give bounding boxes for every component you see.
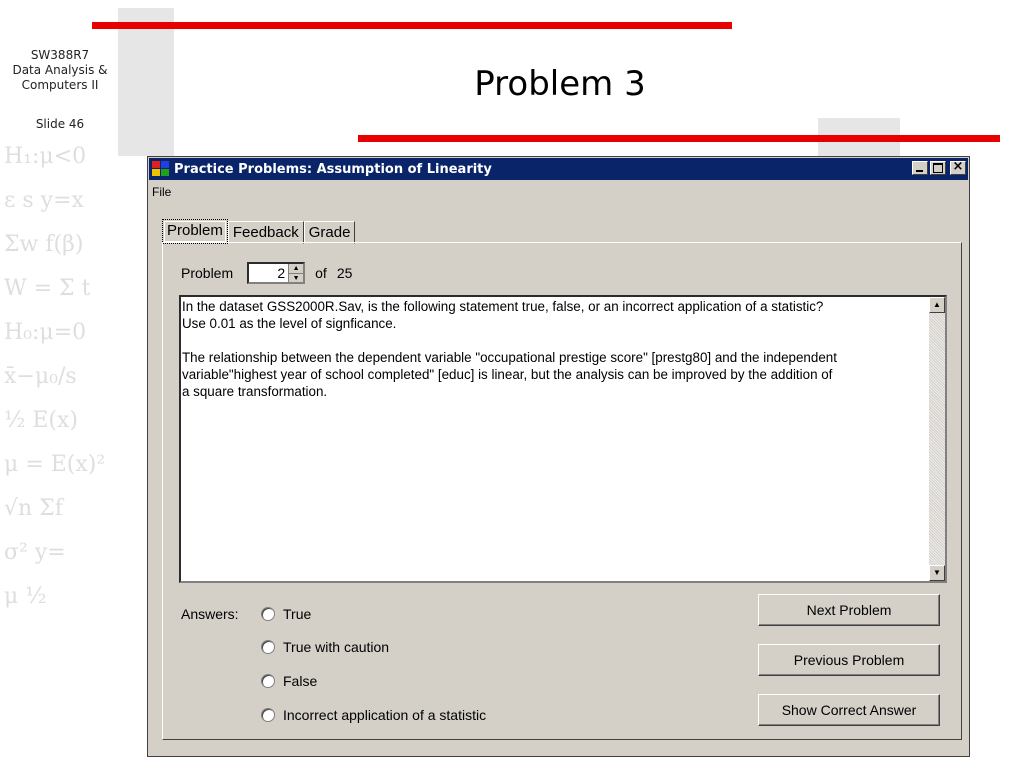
maximize-icon	[933, 163, 943, 173]
answer-option-true-with-caution[interactable]: True with caution	[261, 639, 389, 655]
problem-text-line3: The relationship between the dependent v…	[182, 350, 837, 365]
close-button[interactable]: ×	[950, 159, 966, 175]
window-title: Practice Problems: Assumption of Lineari…	[174, 161, 492, 177]
scroll-up-icon[interactable]: ▲	[929, 297, 945, 313]
answers-label: Answers:	[181, 606, 239, 622]
radio-button-icon[interactable]	[261, 640, 275, 654]
slide-number: Slide 46	[35, 117, 85, 131]
decorative-red-bar-top	[92, 22, 732, 29]
previous-problem-button[interactable]: Previous Problem	[758, 644, 940, 676]
course-code: SW388R7 Data Analysis & Computers II	[0, 48, 120, 93]
answer-option-false[interactable]: False	[261, 673, 317, 689]
next-problem-button[interactable]: Next Problem	[758, 594, 940, 626]
decorative-red-bar-middle	[358, 135, 1000, 142]
answer-option-label: True	[283, 606, 312, 622]
radio-button-icon[interactable]	[261, 674, 275, 688]
stepper-arrows: ▲ ▼	[288, 264, 304, 283]
menu-bar: File	[152, 185, 171, 199]
answer-option-label: Incorrect application of a statistic	[283, 707, 487, 723]
problem-text-line2: Use 0.01 as the level of signficance.	[182, 316, 397, 331]
course-code-line1: SW388R7	[30, 48, 90, 62]
answer-option-label: True with caution	[283, 639, 390, 655]
problem-navigator: Problem 2 ▲ ▼ of 25	[181, 262, 352, 284]
radio-button-icon[interactable]	[261, 607, 275, 621]
scroll-down-icon[interactable]: ▼	[929, 565, 945, 581]
tab-grade[interactable]: Grade	[303, 221, 356, 244]
window-controls: ×	[912, 159, 966, 175]
decorative-gray-block	[118, 8, 174, 156]
minimize-icon	[916, 170, 923, 172]
minimize-button[interactable]	[912, 161, 928, 175]
window-titlebar[interactable]: Practice Problems: Assumption of Lineari…	[149, 158, 968, 180]
tab-feedback[interactable]: Feedback	[227, 221, 304, 244]
slide-title: Problem 3	[474, 64, 646, 104]
course-code-line2: Data Analysis &	[12, 63, 108, 77]
vertical-scrollbar[interactable]: ▲ ▼	[929, 297, 945, 581]
answer-option-label: False	[283, 673, 318, 689]
decorative-math-background: H₁:μ<0 ε s y=x Σw f(β) W = Σ t H₀:μ=0 x̄…	[4, 144, 106, 609]
radio-button-icon[interactable]	[261, 708, 275, 722]
problem-text-line1: In the dataset GSS2000R.Sav, is the foll…	[182, 299, 824, 314]
stepper-down-icon[interactable]: ▼	[289, 274, 303, 283]
tab-problem[interactable]: Problem	[162, 219, 228, 244]
answer-option-incorrect-application[interactable]: Incorrect application of a statistic	[261, 707, 486, 723]
problem-text-line4: variable"highest year of school complete…	[182, 367, 833, 382]
course-code-line3: Computers II	[21, 78, 99, 92]
practice-problems-window: Practice Problems: Assumption of Lineari…	[147, 156, 970, 757]
menu-file[interactable]: File	[152, 185, 171, 199]
answer-option-true[interactable]: True	[261, 606, 311, 622]
of-label: of	[315, 265, 327, 281]
problem-label: Problem	[181, 265, 234, 281]
problem-number-value[interactable]: 2	[277, 265, 285, 281]
app-icon	[152, 161, 170, 177]
problem-total: 25	[336, 265, 353, 281]
problem-number-stepper[interactable]: 2 ▲ ▼	[247, 262, 306, 284]
close-icon: ×	[952, 159, 964, 174]
show-correct-answer-button[interactable]: Show Correct Answer	[758, 694, 940, 726]
problem-text-area[interactable]: In the dataset GSS2000R.Sav, is the foll…	[179, 295, 947, 583]
stepper-up-icon[interactable]: ▲	[289, 264, 304, 274]
problem-text-line5: a square transformation.	[182, 384, 328, 399]
maximize-button[interactable]	[930, 161, 946, 175]
tab-strip: Problem Feedback Grade	[162, 219, 356, 244]
